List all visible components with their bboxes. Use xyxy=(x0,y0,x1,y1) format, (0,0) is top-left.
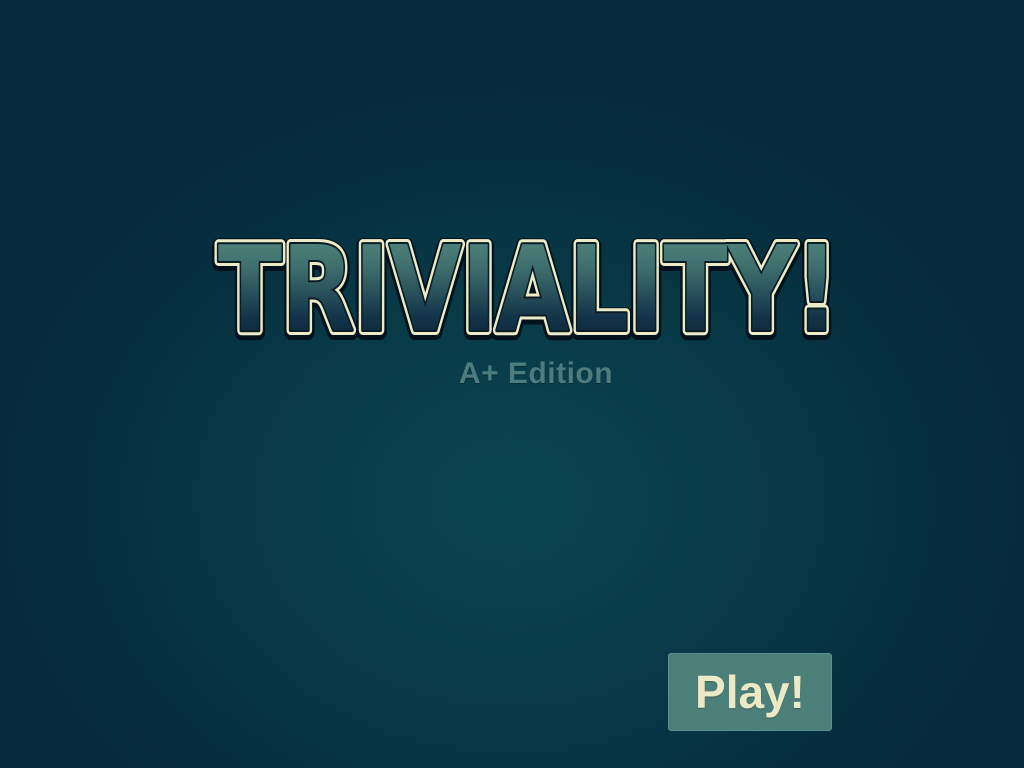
play-button[interactable]: Play! xyxy=(668,653,832,731)
edition-subtitle: A+ Edition xyxy=(458,357,614,390)
game-logo: TRIVIALITY! TRIVIALITY! TRIVIALITY! TRIV… xyxy=(212,222,844,346)
title-screen: TRIVIALITY! TRIVIALITY! TRIVIALITY! TRIV… xyxy=(0,0,1024,768)
play-button-label: Play! xyxy=(695,666,805,718)
logo-text-fill: TRIVIALITY! xyxy=(218,222,838,346)
